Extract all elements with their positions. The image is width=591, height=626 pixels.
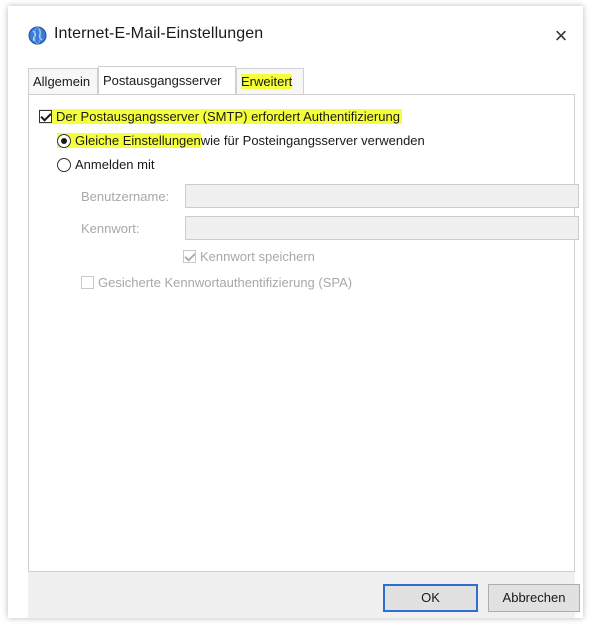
globe-mail-icon [28, 26, 47, 45]
same-settings-radio[interactable] [57, 133, 71, 148]
password-field[interactable] [185, 216, 579, 240]
same-settings-label-rest: wie für Posteingangsserver verwenden [200, 133, 425, 148]
close-icon: × [554, 23, 568, 48]
dialog-footer: OK Abbrechen [28, 572, 580, 618]
tab-postausgangsserver[interactable]: Postausgangsserver [98, 66, 236, 94]
username-label: Benutzername: [81, 189, 170, 204]
cancel-button[interactable]: Abbrechen [488, 584, 580, 612]
username-field[interactable] [185, 184, 579, 208]
ok-button[interactable]: OK [383, 584, 478, 612]
tab-erweitert[interactable]: Erweitert [236, 68, 304, 94]
email-settings-dialog: Internet-E-Mail-Einstellungen × Allgemei… [8, 6, 583, 618]
remember-password-checkbox[interactable] [183, 250, 196, 263]
spa-label: Gesicherte Kennwortauthentifizierung (SP… [98, 275, 353, 290]
highlight: Der Postausgangsserver (SMTP) erfordert … [39, 109, 402, 124]
remember-password-label: Kennwort speichern [200, 249, 315, 264]
auth-required-label: Der Postausgangsserver (SMTP) erfordert … [56, 109, 400, 124]
login-with-radio[interactable] [57, 157, 71, 172]
login-with-row[interactable]: Anmelden mit [57, 157, 154, 172]
dialog-title: Internet-E-Mail-Einstellungen [54, 25, 264, 42]
auth-required-checkbox[interactable] [39, 110, 52, 123]
spa-row[interactable]: Gesicherte Kennwortauthentifizierung (SP… [81, 275, 352, 290]
remember-password-row[interactable]: Kennwort speichern [183, 249, 315, 264]
tab-allgemein[interactable]: Allgemein [28, 68, 98, 94]
same-settings-row[interactable]: Gleiche Einstellungen wie für Posteingan… [57, 133, 425, 148]
tab-label: Postausgangsserver [103, 73, 222, 88]
auth-required-row[interactable]: Der Postausgangsserver (SMTP) erfordert … [39, 109, 402, 124]
tab-label: Erweitert [241, 74, 293, 89]
close-button[interactable]: × [545, 20, 577, 52]
outgoing-server-panel: Der Postausgangsserver (SMTP) erfordert … [28, 94, 579, 572]
spa-checkbox[interactable] [81, 276, 94, 289]
tab-label: Allgemein [33, 74, 91, 89]
title-bar: Internet-E-Mail-Einstellungen × [8, 6, 583, 58]
highlight: Gleiche Einstellungen [57, 133, 201, 148]
login-with-label: Anmelden mit [75, 157, 155, 172]
password-label: Kennwort: [81, 221, 140, 236]
same-settings-label-highlighted: Gleiche Einstellungen [75, 133, 201, 148]
